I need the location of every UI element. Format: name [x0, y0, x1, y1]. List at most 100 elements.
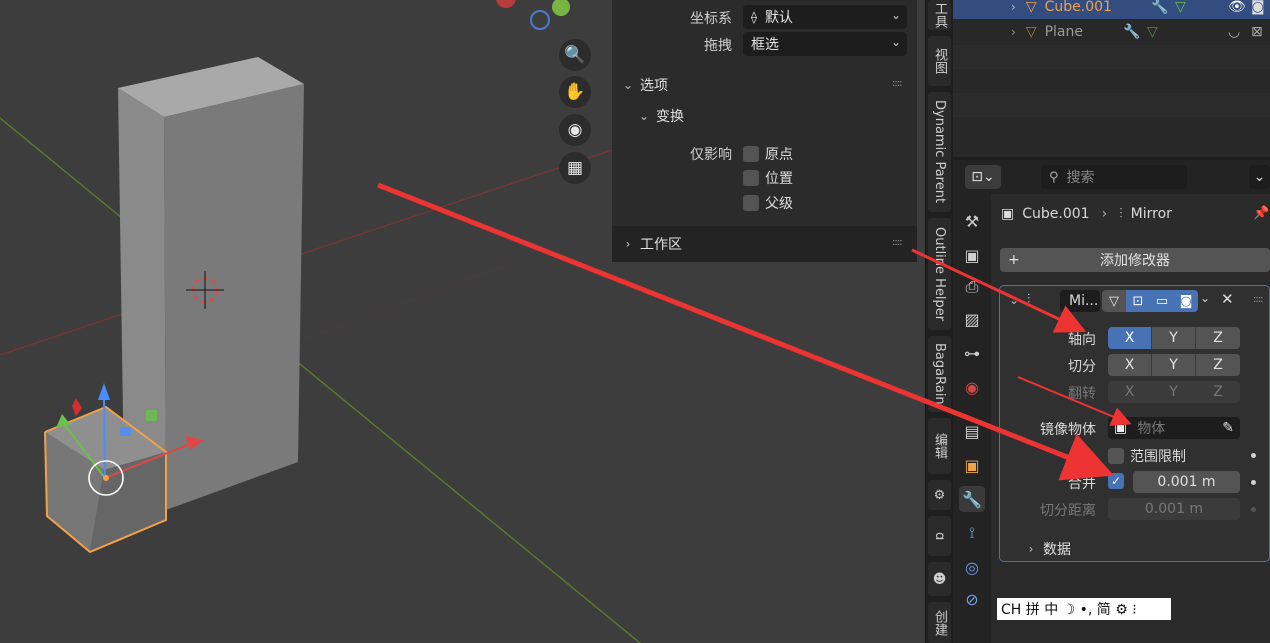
edit-mode-toggle-icon[interactable]: ▽	[1102, 290, 1126, 312]
search-field[interactable]: ⚲ 搜索	[1041, 165, 1187, 189]
particles-tab-icon[interactable]: ⟟	[959, 520, 985, 546]
options-section[interactable]: ⌄ 选项	[622, 75, 668, 95]
workspace-section[interactable]: › 工作区	[622, 234, 682, 254]
nav-gizmo-x[interactable]	[496, 0, 516, 8]
clipping-checkbox[interactable]: 范围限制	[1108, 446, 1186, 466]
add-modifier-button[interactable]: + 添加修改器	[1000, 248, 1270, 272]
checkbox[interactable]	[743, 146, 759, 162]
world-tab-icon[interactable]: ◉	[959, 374, 985, 400]
chevron-right-icon: ›	[1011, 25, 1016, 39]
axis-y-toggle[interactable]: Y	[1152, 327, 1196, 349]
tab-bagarain[interactable]: BagaRain	[928, 336, 951, 412]
checkbox[interactable]	[1108, 448, 1124, 464]
render-tab-icon[interactable]: ▣	[959, 242, 985, 268]
viewport-display-icon[interactable]: ▭	[1150, 290, 1174, 312]
coord-value: 默认	[764, 10, 793, 26]
collection-tab-icon[interactable]: ▤	[959, 418, 985, 444]
grid-ortho-icon[interactable]: ▦	[559, 152, 591, 184]
flip-z-toggle[interactable]: Z	[1196, 381, 1240, 403]
camera-render-icon[interactable]: ◙	[1251, 0, 1265, 15]
gizmo-z-axis[interactable]	[103, 394, 106, 479]
gizmo-plane-handle[interactable]	[120, 427, 131, 436]
keyframe-dot[interactable]	[1251, 507, 1256, 512]
view-layer-tab-icon[interactable]: ▨	[959, 306, 985, 332]
tab-dynamic-parent[interactable]: Dynamic Parent	[928, 92, 951, 212]
tab-edit[interactable]: 编辑	[928, 418, 951, 474]
tab-addon[interactable]: ɑ	[928, 516, 951, 556]
bisect-y-toggle[interactable]: Y	[1152, 354, 1196, 376]
data-subsection[interactable]: › 数据	[1025, 539, 1071, 559]
mirror-object-field[interactable]: ▣ 物体 ✎	[1108, 417, 1240, 439]
gizmo-z-arrow[interactable]	[98, 383, 110, 400]
editor-type-button[interactable]: ⊡⌄	[965, 165, 1001, 189]
nav-gizmo-y[interactable]	[552, 0, 570, 16]
chevron-down-icon: ⌄	[1253, 169, 1266, 185]
outliner-row-cube[interactable]: › ▽ Cube.001 🔧 ▽ 👁 ◙	[953, 0, 1270, 19]
coord-system-dropdown[interactable]: ⟠ 默认 ⌄	[743, 5, 907, 29]
drag-label: 拖拽	[704, 38, 732, 54]
bisect-distance-field[interactable]: 0.001 m	[1108, 498, 1240, 520]
affect-parents-checkbox[interactable]: 父级	[743, 193, 793, 213]
checkbox[interactable]	[743, 170, 759, 186]
merge-distance-field[interactable]: 0.001 m	[1133, 471, 1240, 493]
bisect-x-toggle[interactable]: X	[1108, 354, 1152, 376]
wrench-icon: 🔧	[1123, 24, 1141, 40]
modifier-tab-icon[interactable]: 🔧	[959, 486, 985, 512]
constraints-tab-icon[interactable]: ⊘	[959, 586, 985, 612]
flip-toggle-group: X Y Z	[1108, 381, 1240, 403]
on-cage-toggle-icon[interactable]: ⊡	[1126, 290, 1150, 312]
tab-gear[interactable]: ⚙	[928, 480, 951, 510]
gizmo-plane-handle[interactable]	[146, 410, 157, 421]
options-dropdown[interactable]: ⌄	[1249, 165, 1270, 189]
ime-toolbar[interactable]: CH 拼 中 ☽ •, 简 ⚙ ⁝	[997, 598, 1171, 620]
drag-handle-icon[interactable]: ::::	[892, 78, 903, 89]
merge-checkbox[interactable]: ✓	[1108, 473, 1124, 489]
drag-dropdown[interactable]: 框选 ⌄	[743, 32, 907, 56]
modifier-name-field[interactable]: Mi...	[1060, 290, 1100, 312]
axis-z-toggle[interactable]: Z	[1196, 327, 1240, 349]
tab-create[interactable]: 创建	[928, 602, 951, 643]
eye-closed-icon[interactable]: ◡	[1228, 24, 1240, 40]
eyedropper-icon[interactable]: ✎	[1222, 420, 1234, 436]
zoom-icon[interactable]: 🔍	[559, 39, 591, 71]
close-icon[interactable]: ✕	[1221, 290, 1234, 308]
gizmo-rotate-handle[interactable]	[72, 398, 82, 416]
camera-icon[interactable]: ◉	[559, 114, 591, 146]
coord-label: 坐标系	[690, 11, 732, 27]
merge-label: 合并	[1068, 476, 1096, 492]
outliner-row-plane[interactable]: › ▽ Plane 🔧 ▽ ◡ ⊠	[953, 20, 1270, 44]
bisect-label: 切分	[1068, 359, 1096, 375]
flip-y-toggle[interactable]: Y	[1152, 381, 1196, 403]
tab-addon-2[interactable]: ☻	[928, 562, 951, 596]
transform-subsection[interactable]: ⌄ 变换	[638, 106, 684, 126]
bisect-z-toggle[interactable]: Z	[1196, 354, 1240, 376]
tab-outline-helper[interactable]: Outline Helper	[928, 218, 951, 330]
render-toggle-icon[interactable]: ◙	[1174, 290, 1198, 312]
pin-icon[interactable]: 📌	[1253, 206, 1269, 221]
tab-view[interactable]: 视图	[928, 36, 951, 86]
physics-tab-icon[interactable]: ◎	[959, 554, 985, 580]
nav-gizmo-neg-z[interactable]	[530, 10, 550, 30]
affect-origin-checkbox[interactable]: 原点	[743, 144, 793, 164]
eye-icon[interactable]: 👁	[1228, 0, 1246, 15]
chevron-down-icon[interactable]: ⌄	[1200, 291, 1210, 305]
camera-render-off-icon[interactable]: ⊠	[1251, 24, 1263, 40]
drag-value: 框选	[751, 37, 779, 53]
drag-handle-icon[interactable]: ::::	[892, 237, 903, 248]
tab-tool[interactable]: 工具	[928, 0, 951, 30]
keyframe-dot[interactable]	[1251, 480, 1256, 485]
tool-tab-icon[interactable]: ⚒	[959, 208, 985, 234]
object-tab-icon[interactable]: ▣	[959, 452, 985, 478]
chevron-down-icon[interactable]: ⌄	[1009, 293, 1019, 307]
keyframe-dot[interactable]	[1251, 453, 1256, 458]
sidebar-tabs: 工具 视图 Dynamic Parent Outline Helper Baga…	[925, 0, 952, 643]
affect-location-checkbox[interactable]: 位置	[743, 168, 793, 188]
drag-handle-icon[interactable]: ::::	[1253, 294, 1264, 305]
checkbox[interactable]	[743, 195, 759, 211]
scene-tab-icon[interactable]: ⊶	[959, 340, 985, 366]
flip-x-toggle[interactable]: X	[1108, 381, 1152, 403]
axis-x-toggle[interactable]: X	[1108, 327, 1152, 349]
output-tab-icon[interactable]: ⎙	[959, 274, 985, 300]
hand-pan-icon[interactable]: ✋	[559, 76, 591, 108]
axis-label: 轴向	[1068, 332, 1096, 348]
